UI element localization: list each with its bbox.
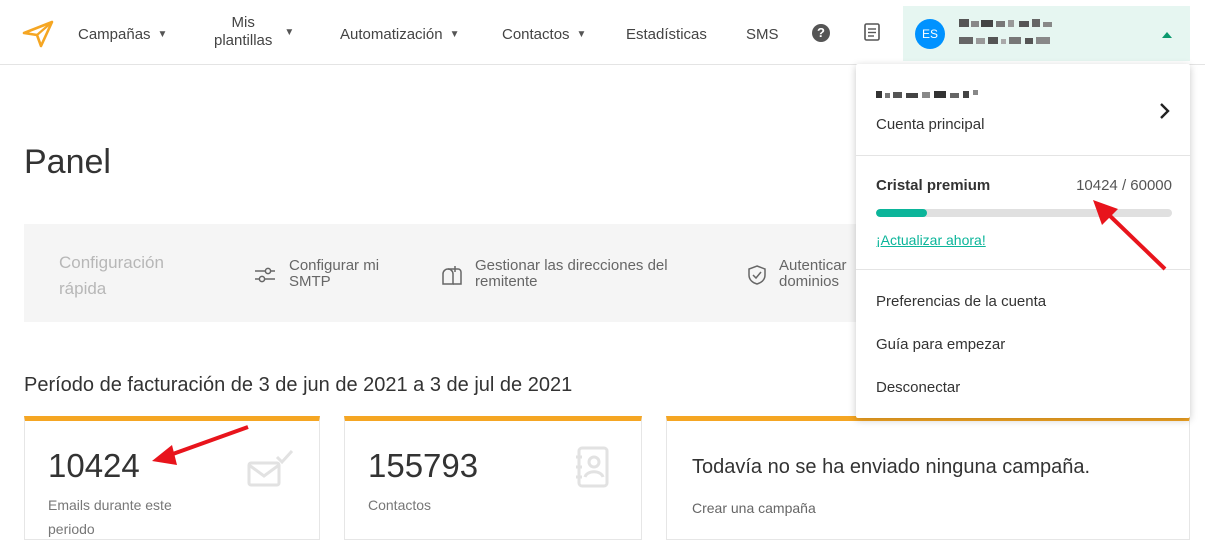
plan-usage-bar [876,209,1172,217]
upgrade-now-link[interactable]: ¡Actualizar ahora! [876,232,986,248]
nav-automation-label: Automatización [340,26,443,43]
plan-usage: 10424 / 60000 [1076,177,1172,194]
no-campaign-message: Todavía no se ha enviado ninguna campaña… [692,456,1091,478]
billing-period: Período de facturación de 3 de jun de 20… [24,374,573,396]
address-book-icon [576,446,609,488]
account-menu-toggle[interactable]: ES [903,6,1190,61]
avatar: ES [915,19,945,49]
nav-statistics[interactable]: Estadísticas [626,26,707,43]
quick-setup-label: Configuración rápida [59,253,164,298]
caret-down-icon: ▼ [157,29,168,40]
caret-down-icon: ▼ [284,26,295,38]
account-type: Cuenta principal [876,116,985,133]
account-dropdown: Cuenta principal Cristal premium 10424 /… [856,64,1190,418]
emails-count-label: Emails durante este periodo [48,497,172,537]
mailbox-icon [442,266,462,285]
nav-contacts-label: Contactos [502,26,570,43]
shield-check-icon [748,265,766,285]
campaign-card: Todavía no se ha enviado ninguna campaña… [666,416,1190,540]
create-campaign-link[interactable]: Crear una campaña [692,500,816,516]
authenticate-domains-line2: dominios [779,273,840,290]
divider [856,155,1190,156]
manage-senders-link[interactable]: Gestionar las direcciones del remitente [475,258,668,290]
nav-contacts[interactable]: Contactos ▼ [502,26,586,43]
getting-started-guide-link[interactable]: Guía para empezar [876,336,1005,353]
redacted-account-email [959,37,1050,44]
redacted-company-name [876,90,978,98]
authenticate-domains-line1: Autenticar [779,257,847,274]
nav-sms[interactable]: SMS [746,26,779,43]
caret-up-icon [1162,32,1172,38]
nav-automation[interactable]: Automatización ▼ [340,26,459,43]
sliders-icon [255,267,275,283]
contacts-count: 155793 [368,447,479,484]
manage-senders-line2: remitente [475,273,538,290]
nav-campaigns[interactable]: Campañas ▼ [78,26,167,43]
nav-statistics-label: Estadísticas [626,26,707,43]
chevron-right-icon[interactable] [1159,102,1171,120]
page-title: Panel [24,143,111,181]
configure-smtp-line1: Configurar mi [289,257,380,274]
configure-smtp-line2: SMTP [289,273,331,290]
nav-templates[interactable]: Mis plantillas ▼ [214,14,294,50]
plan-usage-bar-fill [876,209,928,217]
caret-down-icon: ▼ [449,29,460,40]
configure-smtp-link[interactable]: Configurar mi SMTP [289,258,379,290]
notes-icon[interactable] [864,23,880,41]
caret-down-icon: ▼ [576,29,587,40]
paper-plane-logo-icon[interactable] [22,20,54,48]
emails-count: 10424 [48,447,140,484]
nav-templates-line2: plantillas [214,32,273,49]
nav-templates-line1: Mis [231,14,255,31]
emails-card: 10424 Emails durante este periodo [24,416,320,540]
redacted-account-name [959,19,1052,27]
account-preferences-link[interactable]: Preferencias de la cuenta [876,293,1046,310]
nav-campaigns-label: Campañas [78,26,151,43]
nav-sms-label: SMS [746,26,779,43]
top-navigation: Campañas ▼ Mis plantillas ▼ Automatizaci… [0,0,1205,65]
envelope-check-icon [247,449,294,487]
divider [856,269,1190,270]
manage-senders-line1: Gestionar las direcciones del [475,257,668,274]
contacts-count-label: Contactos [368,497,432,513]
help-icon[interactable]: ? [812,24,830,42]
logout-link[interactable]: Desconectar [876,379,960,396]
plan-name: Cristal premium [876,177,991,194]
contacts-card: 155793 Contactos [344,416,642,540]
authenticate-domains-link[interactable]: Autenticar dominios [779,258,847,290]
